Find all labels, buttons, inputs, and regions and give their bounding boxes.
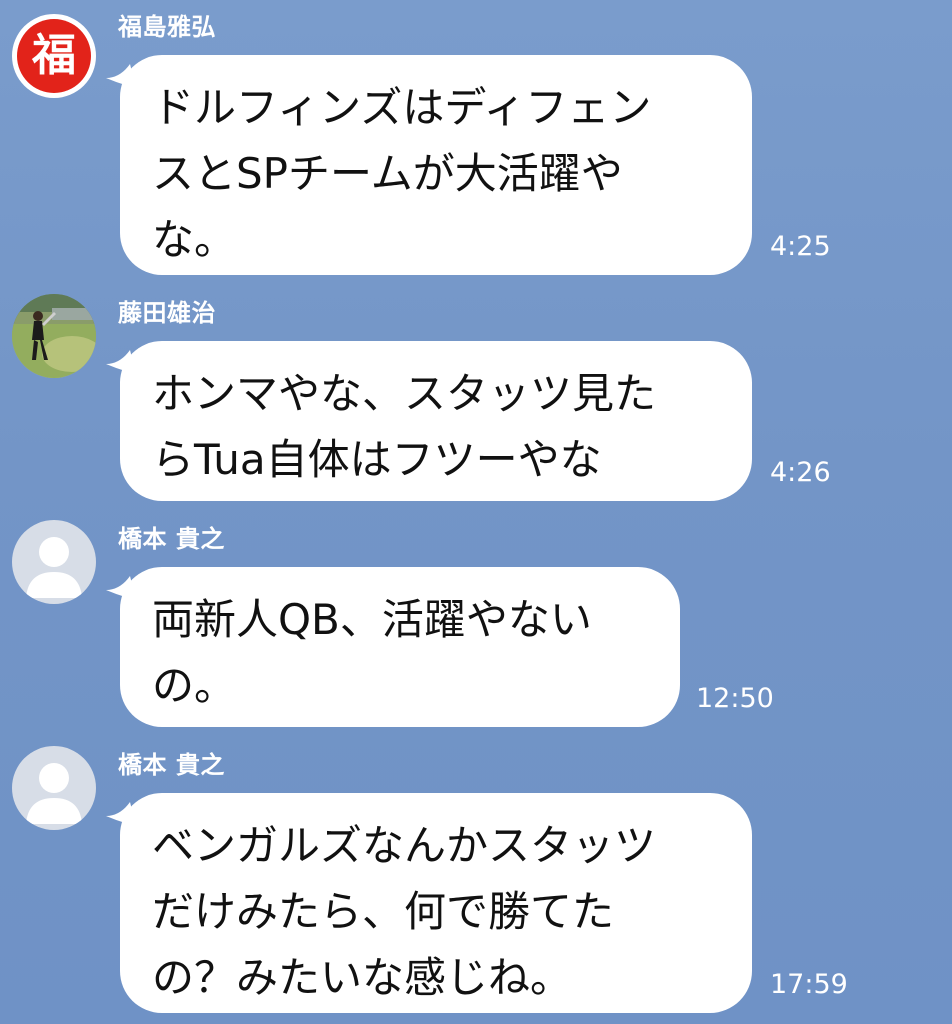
- message-line: スとSPチームが大活躍や: [152, 149, 623, 198]
- message-bubble[interactable]: ベンガルズなんかスタッツ だけみたら、何で勝てた の？みたいな感じね。: [120, 793, 752, 1013]
- golfer-photo-icon: [12, 294, 96, 378]
- message-line: な。: [152, 215, 237, 264]
- message-time: 4:26: [770, 457, 831, 488]
- sender-name: 福島雅弘: [118, 13, 216, 41]
- message-time: 17:59: [770, 969, 848, 1000]
- message-bubble[interactable]: 両新人QB、活躍やない の。: [120, 567, 680, 727]
- avatar-glyph: 福: [32, 30, 76, 81]
- message-line: 両新人QB、活躍やない: [152, 595, 592, 644]
- message-bubble[interactable]: ホンマやな、スタッツ見た らTua自体はフツーやな: [120, 341, 752, 501]
- message-line: の？みたいな感じね。: [152, 953, 573, 1002]
- message-bubble[interactable]: ドルフィンズはディフェン スとSPチームが大活躍や な。: [120, 55, 752, 275]
- default-user-icon: [26, 763, 82, 824]
- chat-area: 福 福島雅弘 ドルフィンズはディフェン スとSPチームが大活躍や な。 4:25: [0, 0, 952, 1024]
- message-line: ドルフィンズはディフェン: [152, 83, 652, 132]
- default-user-icon: [26, 537, 82, 598]
- sender-name: 藤田雄治: [118, 299, 216, 327]
- avatar[interactable]: [12, 746, 96, 830]
- message-line: だけみたら、何で勝てた: [152, 887, 615, 936]
- message-line: ホンマやな、スタッツ見た: [152, 369, 657, 418]
- avatar[interactable]: 福: [12, 14, 96, 98]
- message-line: ベンガルズなんかスタッツ: [152, 821, 657, 870]
- sender-name: 橋本 貴之: [118, 525, 225, 553]
- avatar[interactable]: [12, 294, 96, 378]
- message-line: らTua自体はフツーやな: [152, 435, 602, 484]
- avatar[interactable]: [12, 520, 96, 604]
- message-time: 4:25: [770, 231, 831, 262]
- sender-name: 橋本 貴之: [118, 751, 225, 779]
- message-time: 12:50: [696, 683, 774, 714]
- message-line: の。: [152, 661, 237, 710]
